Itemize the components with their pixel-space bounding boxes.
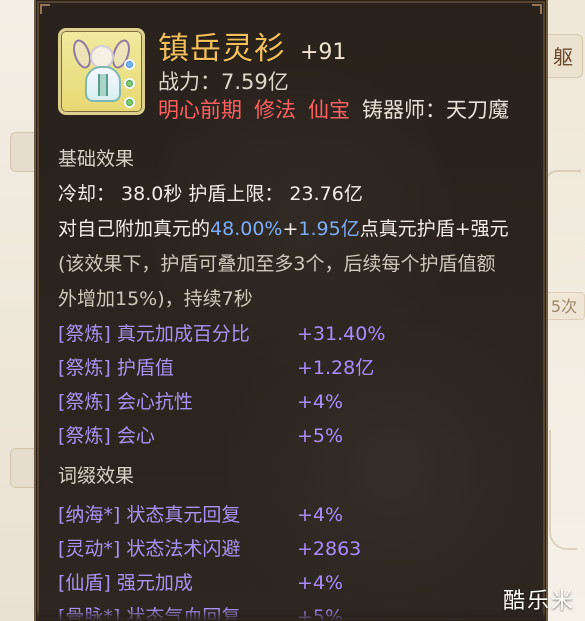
right-badge: 躯 <box>543 34 583 78</box>
item-power: 战力：7.59亿 <box>158 70 289 94</box>
item-tooltip: 镇岳灵衫 +91 战力：7.59亿 明心前期 修法 仙宝 铸器师：天刀魔 基础效… <box>34 0 548 621</box>
watermark-text: 酷乐米 <box>502 589 575 614</box>
cooldown-shield-line: 冷却： 38.0秒 护盾上限： 23.76亿 <box>58 183 363 205</box>
item-name: 镇岳灵衫 <box>158 31 286 67</box>
background-art-curve <box>549 430 577 550</box>
type-tag: 仙宝 <box>308 98 350 122</box>
effect-suffix: 点真元护盾+强元 <box>359 218 509 240</box>
refine-stat-row: [祭炼] 会心 +5% <box>58 422 508 450</box>
realm-tag: 明心前期 <box>158 98 242 122</box>
effect-percent: 48.00% <box>210 218 283 240</box>
category-tag: 修法 <box>254 98 296 122</box>
affix-stat-row: [灵动*] 状态法术闪避 +2863 <box>58 535 508 563</box>
item-header: 镇岳灵衫 +91 战力：7.59亿 明心前期 修法 仙宝 铸器师：天刀魔 <box>58 28 528 123</box>
background-art-line <box>545 170 581 240</box>
stat-label: [祭炼] 会心抗性 <box>58 391 193 413</box>
stat-value: +1.28亿 <box>297 357 375 379</box>
item-title-row: 镇岳灵衫 +91 <box>158 31 488 71</box>
stat-value: +4% <box>297 391 344 413</box>
stat-value: +31.40% <box>297 323 386 345</box>
spirit-robe-icon <box>58 28 145 115</box>
effect-description-line-3: 外增加15%)，持续7秒 <box>58 288 253 310</box>
item-tags-row: 明心前期 修法 仙宝 铸器师：天刀魔 <box>158 96 509 124</box>
forger-label: 铸器师：天刀魔 <box>362 98 509 122</box>
blue-gem-icon <box>124 59 135 70</box>
affix-label: [灵动*] 状态法术闪避 <box>58 538 241 560</box>
green-gem-icon <box>124 97 135 108</box>
refine-stat-row: [祭炼] 护盾值 +1.28亿 <box>58 354 508 382</box>
affix-stat-row: [仙盾] 强元加成 +4% <box>58 569 508 597</box>
refine-stat-row: [祭炼] 真元加成百分比 +31.40% <box>58 320 508 348</box>
stat-label: [祭炼] 真元加成百分比 <box>58 323 250 345</box>
background-left-panel <box>0 0 38 621</box>
affix-value: +4% <box>297 572 344 594</box>
affix-value: +4% <box>297 504 344 526</box>
effect-description-line-1: 对自己附加真元的48.00%+1.95亿点真元护盾+强元 <box>58 216 509 242</box>
effect-shield-value: 1.95亿 <box>298 218 360 240</box>
affix-label: [骨脉*] 状态气血回复 <box>58 606 241 621</box>
item-level: +91 <box>300 40 347 65</box>
effect-plus: + <box>282 218 299 240</box>
right-counter-badge: 5次 <box>543 292 585 320</box>
icon-robe-belt <box>98 74 108 96</box>
stat-value: +5% <box>297 425 344 447</box>
affix-label: [仙盾] 强元加成 <box>58 572 193 594</box>
affix-stat-row: [纳海*] 状态真元回复 +4% <box>58 501 508 529</box>
affix-stat-row: [骨脉*] 状态气血回复 +5% <box>58 603 508 621</box>
effect-prefix: 对自己附加真元的 <box>58 218 211 240</box>
stat-label: [祭炼] 会心 <box>58 425 155 447</box>
affix-value: +2863 <box>297 538 362 560</box>
affix-effects-title: 词缀效果 <box>58 465 135 487</box>
game-screen: 躯 5次 镇岳灵衫 +91 战力：7.59亿 明心前期 修法 仙宝 铸器师：天刀… <box>0 0 585 621</box>
stat-label: [祭炼] 护盾值 <box>58 357 174 379</box>
effect-description-line-2: (该效果下，护盾可叠加至多3个，后续每个护盾值额 <box>58 253 496 275</box>
green-gem-icon <box>124 78 135 89</box>
basic-effects-title: 基础效果 <box>58 148 135 170</box>
affix-label: [纳海*] 状态真元回复 <box>58 504 241 526</box>
tooltip-corner-top-left <box>40 4 50 14</box>
refine-stat-row: [祭炼] 会心抗性 +4% <box>58 388 508 416</box>
tooltip-corner-top-right <box>532 4 542 14</box>
affix-value: +5% <box>297 606 344 621</box>
